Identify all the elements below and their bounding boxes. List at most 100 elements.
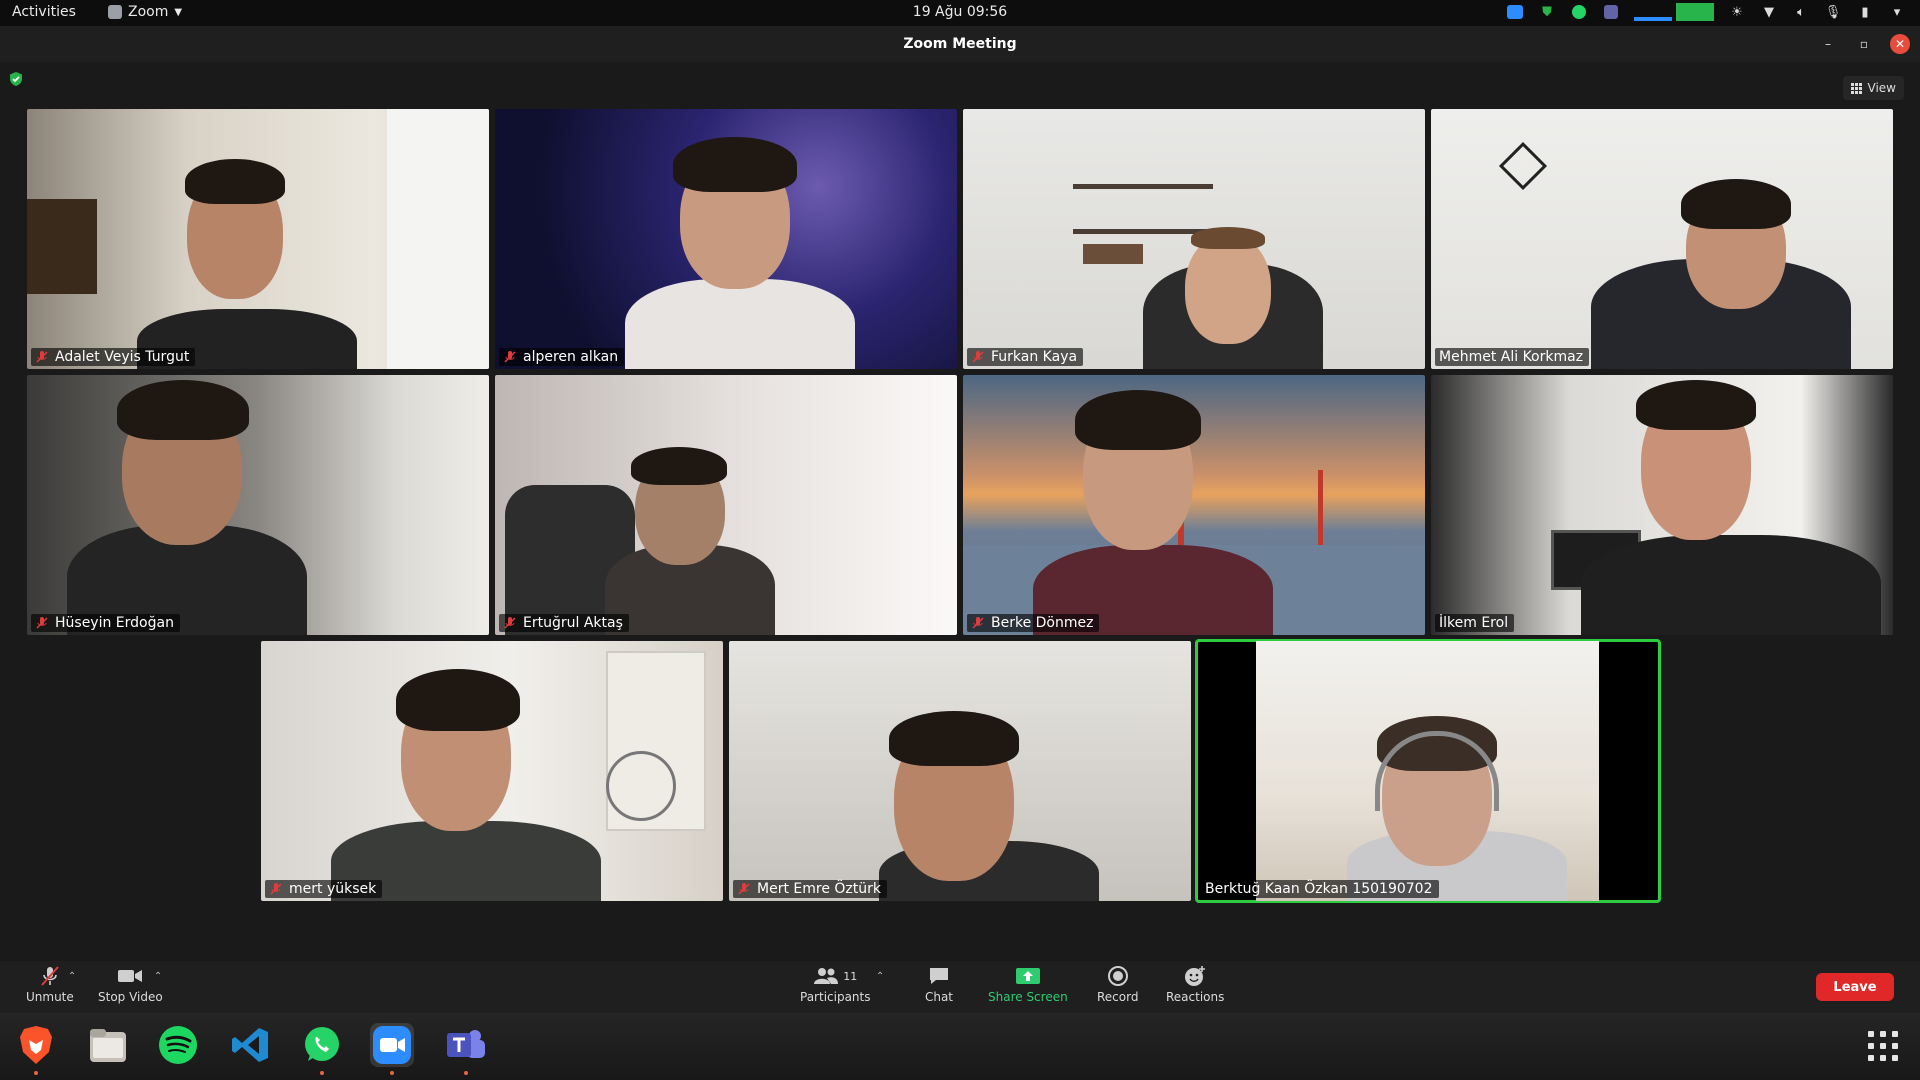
video-tile[interactable]: Adalet Veyis Turgut [27,109,489,369]
participant-name: Furkan Kaya [991,349,1078,365]
participant-name: Hüseyin Erdoğan [55,615,174,631]
minimize-button[interactable]: – [1818,34,1838,54]
video-tile[interactable]: Furkan Kaya [963,109,1425,369]
muted-microphone-icon [36,351,48,363]
muted-microphone-icon [270,883,282,895]
whatsapp-tray-icon[interactable] [1570,3,1588,21]
window-title: Zoom Meeting [903,36,1017,52]
meeting-gallery: View Adalet Veyis Turgut alperen alkan F… [0,62,1920,961]
video-tile[interactable]: Mert Emre Öztürk [729,641,1191,901]
participant-name: alperen alkan [523,349,619,365]
muted-microphone-icon [972,617,984,629]
window-titlebar: Zoom Meeting – ▫ ✕ [0,26,1920,62]
unmute-label: Unmute [26,990,74,1004]
video-tile[interactable]: İlkem Erol [1431,375,1893,635]
participant-name-label: alperen alkan [499,348,625,366]
meeting-toolbar: Unmute ⌃ Stop Video ⌃ 11 Participants ⌃ … [0,961,1920,1013]
chevron-up-icon: ⌃ [875,971,885,982]
participant-name-label: Mehmet Ali Korkmaz [1435,348,1590,366]
files-icon[interactable] [86,1023,130,1067]
encryption-shield-icon[interactable] [8,71,24,87]
app-menu-label: Zoom [128,4,169,20]
chevron-down-icon: ▼ [174,6,183,18]
zoom-app-icon [108,5,122,19]
participants-count: 11 [843,969,858,983]
grid-icon [1850,82,1862,94]
participant-name-label: İlkem Erol [1435,614,1515,632]
muted-microphone-icon [738,883,750,895]
video-tile[interactable]: Ertuğrul Aktaş [495,375,957,635]
wifi-icon[interactable]: ▼ [1760,3,1778,21]
video-tile[interactable]: Berke Dönmez [963,375,1425,635]
participant-name-label: mert yüksek [265,880,383,898]
teams-tray-icon[interactable] [1602,3,1620,21]
chat-label: Chat [924,990,954,1004]
video-camera-icon [118,970,143,982]
leave-button[interactable]: Leave [1816,973,1894,1001]
brave-browser-icon[interactable] [14,1023,58,1075]
video-tile[interactable]: Mehmet Ali Korkmaz [1431,109,1893,369]
reactions-button[interactable]: Reactions [1166,965,1224,1004]
video-tile-active-speaker[interactable]: Berktuğ Kaan Özkan 150190702 [1195,639,1661,903]
spotify-icon[interactable] [156,1023,200,1067]
record-icon [1107,966,1128,986]
reactions-label: Reactions [1166,990,1225,1004]
reactions-smiley-icon [1185,966,1206,986]
participants-button[interactable]: 11 Participants [800,965,871,1004]
muted-microphone-icon [41,966,59,986]
app-menu[interactable]: Zoom ▼ [108,4,182,20]
muted-microphone-icon [504,617,516,629]
participant-name: Mehmet Ali Korkmaz [1439,349,1584,365]
activities-button[interactable]: Activities [12,4,76,20]
zoom-tray-icon[interactable] [1506,3,1524,21]
ubuntu-dock [0,1013,1920,1080]
stop-video-label: Stop Video [98,990,163,1004]
share-screen-button[interactable]: Share Screen [988,965,1068,1004]
participant-name: Mert Emre Öztürk [757,881,881,897]
participant-name-label: Berke Dönmez [967,614,1100,632]
microphone-icon[interactable]: 🎙︎ [1824,3,1842,21]
system-tray: ⛊ ☀ ▼ 🔈︎ 🎙︎ ▮ ▾ [1506,3,1906,21]
participant-name: İlkem Erol [1439,615,1509,631]
participants-label: Participants [800,990,871,1004]
participant-name-label: Mert Emre Öztürk [733,880,887,898]
participant-name: Berktuğ Kaan Özkan 150190702 [1205,881,1433,897]
volume-icon[interactable]: 🔈︎ [1792,3,1810,21]
muted-microphone-icon [972,351,984,363]
muted-microphone-icon [504,351,516,363]
system-menu-chevron-icon[interactable]: ▾ [1888,3,1906,21]
video-tile[interactable]: mert yüksek [261,641,723,901]
visual-studio-code-icon[interactable] [228,1023,272,1067]
battery-icon[interactable]: ▮ [1856,3,1874,21]
participant-name: mert yüksek [289,881,377,897]
chat-bubble-icon [930,968,948,984]
network-usage-meter[interactable] [1634,3,1714,21]
unmute-button[interactable]: Unmute [26,965,74,1004]
participant-name: Adalet Veyis Turgut [55,349,190,365]
maximize-button[interactable]: ▫ [1854,34,1874,54]
view-label: View [1867,81,1896,95]
participant-name-label: Adalet Veyis Turgut [31,348,196,366]
close-button[interactable]: ✕ [1890,34,1910,54]
share-screen-icon [1015,968,1040,984]
chevron-up-icon: ⌃ [67,971,77,982]
participant-name-label: Berktuğ Kaan Özkan 150190702 [1201,880,1439,898]
participants-icon [814,968,839,984]
system-top-bar: Activities Zoom ▼ 19 Ağu 09:56 ⛊ ☀ ▼ 🔈︎ … [0,0,1920,26]
zoom-icon[interactable] [370,1023,414,1075]
share-screen-label: Share Screen [988,990,1068,1004]
show-applications-grid-icon[interactable] [1868,1031,1898,1061]
brightness-icon[interactable]: ☀ [1728,3,1746,21]
record-button[interactable]: Record [1097,965,1138,1004]
video-tile[interactable]: alperen alkan [495,109,957,369]
whatsapp-icon[interactable] [300,1023,344,1075]
view-button[interactable]: View [1842,76,1904,100]
chat-button[interactable]: Chat [924,965,954,1004]
video-tile[interactable]: Hüseyin Erdoğan [27,375,489,635]
participant-name: Berke Dönmez [991,615,1094,631]
microsoft-teams-icon[interactable] [444,1023,488,1075]
participant-name-label: Hüseyin Erdoğan [31,614,180,632]
shield-tray-icon[interactable]: ⛊ [1538,3,1556,21]
muted-microphone-icon [36,617,48,629]
chevron-up-icon: ⌃ [153,971,163,982]
